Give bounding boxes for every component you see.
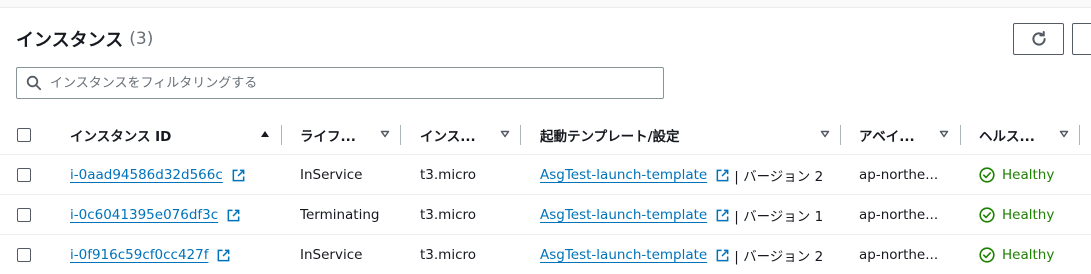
column-separator[interactable] [840,125,841,145]
external-link-icon[interactable] [216,248,231,263]
table-header-row: インスタンス ID ライフ... インス... 起動テンプレート/設定 アベイ.… [0,115,1091,155]
column-label: ライフ... [300,129,356,145]
instance-id-link[interactable]: i-0f916c59cf0cc427f [70,247,208,263]
health-status: Healthy [979,167,1054,183]
check-circle-icon [979,167,995,183]
template-version: | バージョン 1 [734,209,824,225]
external-link-icon[interactable] [715,248,730,263]
column-availability-zone[interactable]: アベイ... [859,115,959,155]
health-cell: Healthy [979,195,1089,235]
availability-zone-cell: ap-northe... [859,207,939,223]
health-status: Healthy [979,207,1054,223]
launch-template-link[interactable]: AsgTest-launch-template [540,247,707,263]
refresh-icon [1031,31,1046,46]
instance-type-cell: t3.micro [420,207,477,223]
health-label: Healthy [1002,247,1055,263]
lifecycle-cell: Terminating [300,207,380,223]
column-separator[interactable] [520,125,521,145]
external-link-icon[interactable] [715,208,730,223]
column-label: インスタンス ID [70,129,172,145]
health-cell: Healthy [979,155,1089,195]
search-icon [26,75,42,91]
availability-zone-cell: ap-northe... [859,167,939,183]
row-select-cell [17,195,33,235]
external-link-icon[interactable] [226,208,241,223]
row-checkbox[interactable] [17,208,31,222]
column-separator[interactable] [1079,125,1080,145]
sort-descending-icon [1059,130,1069,138]
template-version: | バージョン 2 [734,169,824,185]
lifecycle-cell: InService [300,167,363,183]
instance-type-cell: t3.micro [420,167,477,183]
availability-zone-cell: ap-northe... [859,247,939,263]
external-link-icon[interactable] [715,168,730,183]
column-separator[interactable] [281,125,282,145]
row-checkbox[interactable] [17,168,31,182]
instance-id-cell: i-0f916c59cf0cc427f [70,235,280,274]
actions-button[interactable] [1072,23,1091,55]
health-cell: Healthy [979,235,1089,274]
instance-id-cell: i-0aad94586d32d566c [70,155,280,195]
launch-template-cell: AsgTest-launch-template | バージョン 1 [540,195,840,235]
page-title: インスタンス [16,30,124,51]
row-checkbox[interactable] [17,248,31,262]
check-circle-icon [979,207,995,223]
sort-descending-icon [820,130,830,138]
instances-table: インスタンス ID ライフ... インス... 起動テンプレート/設定 アベイ.… [0,115,1091,274]
column-label: アベイ... [859,129,915,145]
check-circle-icon [979,247,995,263]
column-health[interactable]: ヘルス... [979,115,1079,155]
column-label: 起動テンプレート/設定 [540,129,680,145]
launch-template-cell: AsgTest-launch-template | バージョン 2 [540,155,840,195]
refresh-button[interactable] [1013,23,1064,55]
template-version: | バージョン 2 [734,249,824,265]
column-separator[interactable] [400,125,401,145]
row-select-cell [17,155,33,195]
column-launch-template[interactable]: 起動テンプレート/設定 [540,115,840,155]
column-label: ヘルス... [979,129,1035,145]
column-lifecycle[interactable]: ライフ... [300,115,400,155]
health-status: Healthy [979,247,1054,263]
external-link-icon[interactable] [231,168,246,183]
select-all-cell [17,115,33,155]
column-instance-type[interactable]: インス... [420,115,520,155]
instances-header: インスタンス (3) [16,26,153,52]
sort-descending-icon [380,130,390,138]
filter-search[interactable] [16,67,664,99]
table-row: i-0aad94586d32d566c InService t3.micro A… [0,155,1091,195]
table-row: i-0f916c59cf0cc427f InService t3.micro A… [0,235,1091,274]
instance-type-cell: t3.micro [420,247,477,263]
lifecycle-cell: InService [300,247,363,263]
sort-ascending-icon [261,131,269,137]
sort-descending-icon [500,130,510,138]
column-label: インス... [420,129,476,145]
health-label: Healthy [1002,167,1055,183]
search-input[interactable] [50,75,650,91]
instance-id-link[interactable]: i-0c6041395e076df3c [70,207,218,223]
instance-id-link[interactable]: i-0aad94586d32d566c [70,167,223,183]
column-separator[interactable] [960,125,961,145]
launch-template-cell: AsgTest-launch-template | バージョン 2 [540,235,840,274]
launch-template-link[interactable]: AsgTest-launch-template [540,167,707,183]
instance-count: (3) [129,29,154,49]
row-select-cell [17,235,33,274]
column-instance-id[interactable]: インスタンス ID [70,115,280,155]
select-all-checkbox[interactable] [17,128,31,142]
health-label: Healthy [1002,207,1055,223]
table-row: i-0c6041395e076df3c Terminating t3.micro… [0,195,1091,235]
launch-template-link[interactable]: AsgTest-launch-template [540,207,707,223]
sort-descending-icon [939,130,949,138]
top-strip [0,0,1091,8]
instance-id-cell: i-0c6041395e076df3c [70,195,280,235]
